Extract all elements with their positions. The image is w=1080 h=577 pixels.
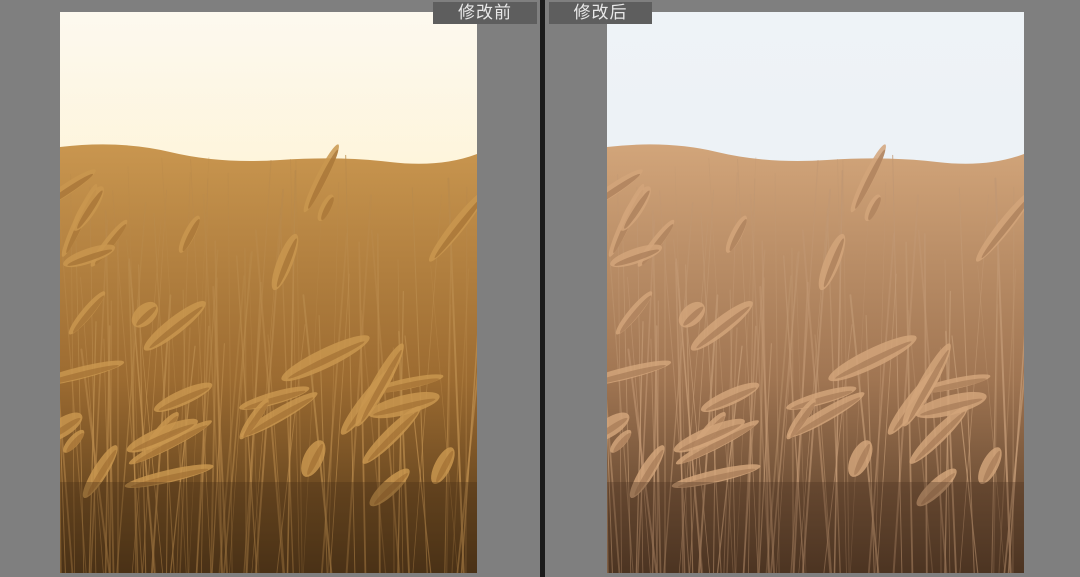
after-photo	[607, 12, 1024, 573]
after-pane: 修改后	[545, 0, 1080, 577]
after-label: 修改后	[549, 2, 652, 24]
before-after-compare-view: 修改前 修改后	[0, 0, 1080, 577]
before-pane: 修改前	[0, 0, 540, 577]
wheat-field-image-before	[60, 12, 477, 573]
wheat-field-image-after	[607, 12, 1024, 573]
before-photo	[60, 12, 477, 573]
before-label: 修改前	[433, 2, 537, 24]
